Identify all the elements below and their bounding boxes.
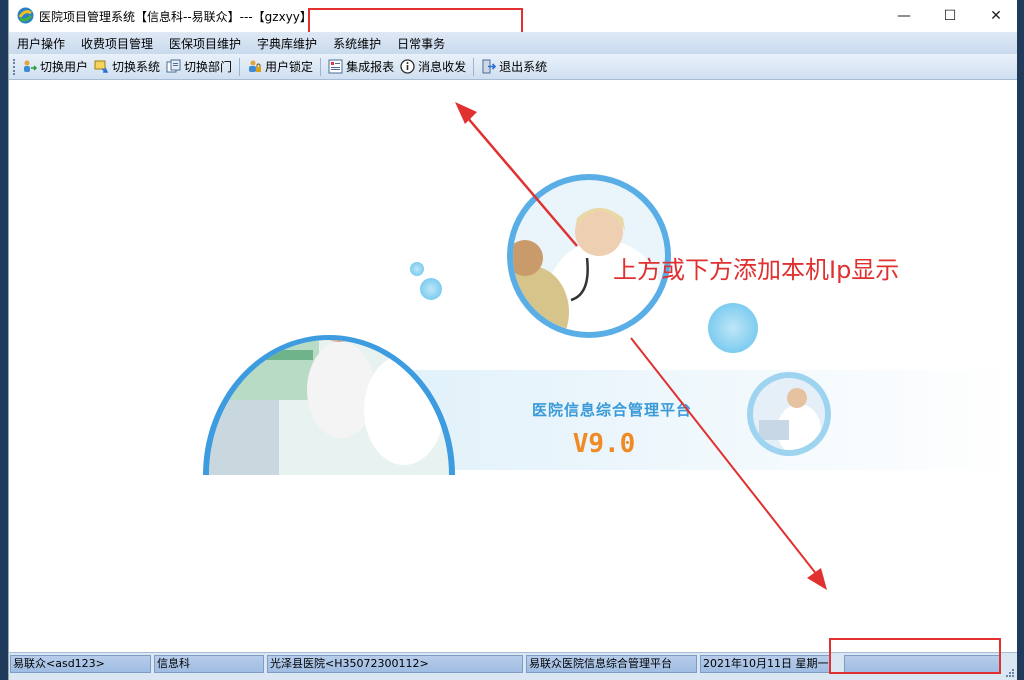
annotation-arrows	[455, 102, 827, 590]
main-window: 医院项目管理系统【信息科--易联众】---【gzxyy】 — ☐ ✕ 用户操作 …	[8, 0, 1019, 680]
user-lock-label: 用户锁定	[265, 60, 314, 74]
status-hospital: 光泽县医院<H35072300112>	[267, 655, 523, 673]
report-label: 集成报表	[346, 60, 395, 74]
switch-system-button[interactable]: 切换系统	[91, 56, 163, 78]
toolbar-separator	[473, 57, 475, 76]
switch-department-icon	[166, 59, 181, 73]
minimize-button[interactable]: —	[881, 0, 927, 32]
status-platform: 易联众医院信息综合管理平台	[526, 655, 697, 673]
switch-user-label: 切换用户	[40, 60, 89, 74]
menu-fee-items[interactable]: 收费项目管理	[73, 35, 161, 52]
menu-bar: 用户操作 收费项目管理 医保项目维护 字典库维护 系统维护 日常事务	[9, 32, 1017, 54]
window-title: 医院项目管理系统【信息科--易联众】---【gzxyy】	[39, 10, 312, 24]
menu-dictionary[interactable]: 字典库维护	[249, 35, 325, 52]
menu-daily-affairs[interactable]: 日常事务	[389, 35, 453, 52]
status-department: 信息科	[154, 655, 264, 673]
toolbar-grip[interactable]	[13, 58, 16, 75]
exit-icon	[482, 59, 497, 74]
switch-user-icon	[24, 60, 37, 72]
toolbar: 切换用户 切换系统 切换部门 用户锁定 集成报表 消息收发 退出系统	[9, 54, 1017, 80]
status-user: 易联众<asd123>	[10, 655, 151, 673]
toolbar-separator	[320, 57, 322, 76]
info-icon	[400, 59, 415, 74]
status-bar: 易联众<asd123> 信息科 光泽县医院<H35072300112> 易联众医…	[9, 638, 1017, 680]
exit-label: 退出系统	[499, 60, 548, 74]
user-lock-icon	[249, 60, 262, 72]
report-button[interactable]: 集成报表	[325, 56, 397, 78]
message-label: 消息收发	[418, 60, 467, 74]
close-button[interactable]: ✕	[973, 0, 1019, 32]
menu-insurance-items[interactable]: 医保项目维护	[161, 35, 249, 52]
main-content: 医院信息综合管理平台 V9.0 上方或下方添加本机Ip显示	[9, 80, 1017, 652]
user-lock-button[interactable]: 用户锁定	[244, 56, 316, 78]
app-logo-icon	[17, 7, 34, 24]
switch-system-icon	[94, 60, 109, 73]
title-bar: 医院项目管理系统【信息科--易联众】---【gzxyy】 — ☐ ✕	[9, 0, 1019, 34]
message-button[interactable]: 消息收发	[397, 56, 469, 78]
maximize-button[interactable]: ☐	[927, 0, 973, 32]
toolbar-separator	[239, 57, 241, 76]
menu-system[interactable]: 系统维护	[325, 35, 389, 52]
annotation-box-bottom	[829, 638, 1001, 674]
annotation-box-top	[308, 8, 523, 34]
status-date: 2021年10月11日 星期一	[700, 655, 831, 673]
switch-user-button[interactable]: 切换用户	[19, 56, 91, 78]
report-icon	[328, 59, 343, 74]
resize-grip-icon[interactable]	[1004, 667, 1014, 677]
switch-department-label: 切换部门	[184, 60, 233, 74]
exit-button[interactable]: 退出系统	[478, 56, 550, 78]
menu-user-operations[interactable]: 用户操作	[9, 35, 73, 52]
switch-department-button[interactable]: 切换部门	[163, 56, 235, 78]
switch-system-label: 切换系统	[112, 60, 161, 74]
